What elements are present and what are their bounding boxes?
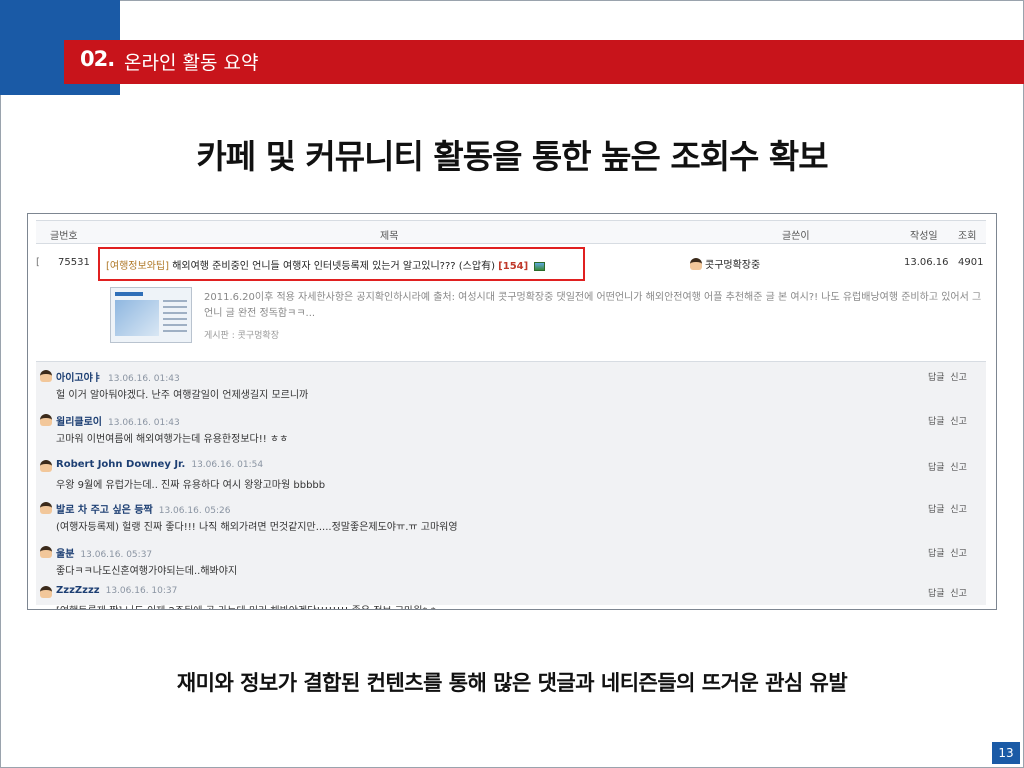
post-checkbox[interactable]: [ <box>36 257 40 268</box>
avatar-icon <box>40 546 52 558</box>
board-content: 글번호 제목 글쓴이 작성일 조회 [ 75531 [여행정보와팁] 해외여행 … <box>36 220 986 609</box>
reply-link[interactable]: 답글 <box>928 505 945 515</box>
comment-author[interactable]: Robert John Downey Jr. 13.06.16. 01:54 <box>56 459 263 470</box>
reply-link[interactable]: 답글 <box>928 549 945 559</box>
post-comment-count[interactable]: [154] <box>498 261 528 272</box>
comment-text: 고마워 이번여름에 해외여행가는데 유용한정보다!! ㅎㅎ <box>56 434 289 445</box>
reply-link[interactable]: 답글 <box>928 373 945 383</box>
comment-text: (여행자등록제) 헐랭 진짜 좋다!!! 나직 해외가려면 먼것같지만.....… <box>56 522 458 533</box>
comment-date: 13.06.16. 05:37 <box>80 550 153 560</box>
avatar-icon <box>690 258 702 270</box>
report-link[interactable]: 신고 <box>950 373 967 383</box>
comment-list: 아이고야ㅑ 13.06.16. 01:43 헐 이거 알아둬야겠다. 난주 여행갈… <box>36 362 986 609</box>
post-subject[interactable]: 해외여행 준비중인 언니들 여행자 인터넷등록제 있는거 알고있니??? (스압… <box>172 261 495 272</box>
col-no: 글번호 <box>50 231 78 242</box>
comment-author[interactable]: 아이고야ㅑ 13.06.16. 01:43 <box>56 369 180 384</box>
comment-author[interactable]: 윌리클로이 13.06.16. 01:43 <box>56 413 180 428</box>
image-icon <box>534 261 546 271</box>
reply-link[interactable]: 답글 <box>928 463 945 473</box>
comment-date: 13.06.16. 01:43 <box>108 418 180 428</box>
comment-actions: 답글 신고 <box>928 460 967 473</box>
col-author: 글쓴이 <box>782 231 810 242</box>
comment-author[interactable]: ZzzZzzz 13.06.16. 10:37 <box>56 585 177 596</box>
comment-actions: 답글 신고 <box>928 502 967 515</box>
avatar-icon <box>40 586 52 598</box>
comment-text: 헐 이거 알아둬야겠다. 난주 여행갈일이 언제생길지 모르니까 <box>56 390 309 401</box>
post-number: 75531 <box>58 257 90 268</box>
comment-date: 13.06.16. 01:54 <box>191 460 264 470</box>
avatar-icon <box>40 370 52 382</box>
reply-link[interactable]: 답글 <box>928 589 945 599</box>
post-author-name[interactable]: 콧구멍확장중 <box>705 260 760 271</box>
cafe-board-screenshot: 글번호 제목 글쓴이 작성일 조회 [ 75531 [여행정보와팁] 해외여행 … <box>27 213 997 610</box>
post-category[interactable]: [여행정보와팁] <box>106 261 169 272</box>
report-link[interactable]: 신고 <box>950 589 967 599</box>
comment-text: 우왕 9월에 유럽가는데.. 진짜 유용하다 여시 왕왕고마웡 bbbbb <box>56 480 326 491</box>
page-number: 13 <box>992 742 1020 764</box>
report-link[interactable]: 신고 <box>950 505 967 515</box>
report-link[interactable]: 신고 <box>950 417 967 427</box>
col-views: 조회 <box>958 231 977 242</box>
post-title-link[interactable]: [여행정보와팁] 해외여행 준비중인 언니들 여행자 인터넷등록제 있는거 알고… <box>106 257 546 272</box>
comment-actions: 답글 신고 <box>928 414 967 427</box>
comment-author[interactable]: 발로 차 주고 싶은 등짝 13.06.16. 05:26 <box>56 501 230 516</box>
comment-author[interactable]: 울분 13.06.16. 05:37 <box>56 545 152 560</box>
post-thumbnail[interactable] <box>110 287 192 343</box>
comment-date: 13.06.16. 01:43 <box>108 374 180 384</box>
report-link[interactable]: 신고 <box>950 549 967 559</box>
comment-actions: 답글 신고 <box>928 546 967 559</box>
comment-text: 좋다ㅋㅋ나도신혼여행가야되는데..해봐야지 <box>56 566 238 577</box>
section-header-bar: 02. 온라인 활동 요약 <box>64 40 1024 84</box>
post-views: 4901 <box>958 257 984 268</box>
slide-subheadline: 재미와 정보가 결합된 컨텐츠를 통해 많은 댓글과 네티즌들의 뜨거운 관심 … <box>176 671 848 695</box>
comment-actions: 답글 신고 <box>928 370 967 383</box>
comment-date: 13.06.16. 10:37 <box>105 586 178 596</box>
board-table-header: 글번호 제목 글쓴이 작성일 조회 <box>36 220 986 244</box>
col-title: 제목 <box>380 231 399 242</box>
post-author[interactable]: 콧구멍확장중 <box>690 256 760 271</box>
post-row[interactable]: [ 75531 [여행정보와팁] 해외여행 준비중인 언니들 여행자 인터넷등록… <box>36 244 986 362</box>
avatar-icon <box>40 460 52 472</box>
section-title: 온라인 활동 요약 <box>124 52 259 74</box>
post-date: 13.06.16 <box>904 257 949 268</box>
section-number: 02. <box>80 47 115 71</box>
avatar-icon <box>40 502 52 514</box>
report-link[interactable]: 신고 <box>950 463 967 473</box>
col-date: 작성일 <box>910 231 938 242</box>
comment-text: [여행등록제 짱] 나도 이제 2주뒤에 곧 가는데 미리 해봐야겠당!!!!!… <box>56 602 436 609</box>
post-excerpt: 2011.6.20이후 적용 자세한사항은 공지확인하시라예 출처: 여성시대 … <box>204 292 982 319</box>
comment-actions: 답글 신고 <box>928 586 967 599</box>
reply-link[interactable]: 답글 <box>928 417 945 427</box>
comment-date: 13.06.16. 05:26 <box>158 506 231 516</box>
slide-headline: 카페 및 커뮤니티 활동을 통한 높은 조회수 확보 <box>196 137 828 176</box>
post-board-label: 게시판 : 콧구멍확장 <box>204 331 279 341</box>
avatar-icon <box>40 414 52 426</box>
